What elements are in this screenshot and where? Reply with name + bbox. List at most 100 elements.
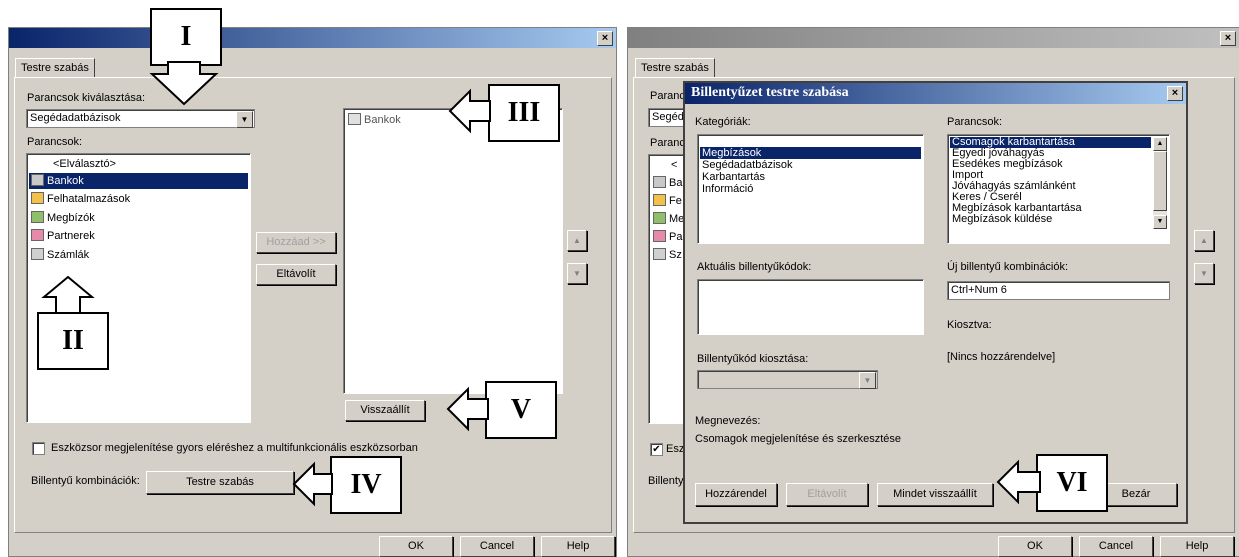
help-button[interactable]: Help: [541, 536, 615, 557]
current-keys-list[interactable]: [697, 279, 924, 335]
keyboard-dialog: Billentyűzet testre szabása × Kategóriák…: [683, 81, 1188, 524]
bg-combo-value: Segéd: [652, 111, 684, 123]
add-button[interactable]: Hozzáad >>: [256, 232, 336, 253]
dialog-commands-label: Parancsok:: [947, 116, 1003, 128]
list-item-label: Felhatalmazások: [47, 193, 131, 205]
shortcut-label: Billentyű kombinációk:: [31, 475, 140, 487]
arrow-left-icon: [446, 386, 489, 432]
quick-access-checkbox-label: Eszközsor megjelenítése gyors eléréshez …: [51, 442, 418, 454]
command-select-label: Parancsok kiválasztása:: [27, 92, 145, 104]
ok-button[interactable]: OK: [998, 536, 1072, 557]
reset-button[interactable]: Visszaállít: [345, 400, 425, 421]
document-icon: [31, 192, 44, 204]
bg-label: Paranc: [650, 137, 685, 149]
arrow-left-icon: [292, 461, 333, 507]
list-item[interactable]: Számlák: [29, 247, 248, 263]
assign-button[interactable]: Hozzárendel: [695, 483, 777, 506]
list-item-label: Fe: [669, 195, 682, 207]
move-down-button[interactable]: ▼: [1194, 263, 1214, 284]
partner-icon: [653, 230, 666, 242]
list-item[interactable]: Karbantartás: [700, 171, 921, 183]
account-icon: [653, 248, 666, 260]
move-up-button[interactable]: ▲: [1194, 230, 1214, 251]
dialog-title: Billentyűzet testre szabása: [691, 85, 849, 100]
move-up-button[interactable]: ▲: [567, 230, 587, 251]
bg-label: Paranc: [650, 90, 685, 102]
list-item[interactable]: Megbízások küldése: [950, 214, 1167, 225]
reset-all-button[interactable]: Mindet visszaállít: [877, 483, 993, 506]
cancel-button[interactable]: Cancel: [460, 536, 534, 557]
callout-6: VI: [1036, 454, 1108, 512]
bank-icon: [348, 113, 361, 125]
list-item: Sz: [651, 247, 685, 263]
arrow-left-icon: [448, 88, 491, 134]
help-button[interactable]: Help: [1160, 536, 1234, 557]
customize-button[interactable]: Testre szabás: [146, 471, 294, 494]
dialog-remove-button[interactable]: Eltávolít: [786, 483, 868, 506]
ok-button[interactable]: OK: [379, 536, 453, 557]
list-item-label: Partnerek: [47, 230, 95, 242]
left-tab-testre-szabas[interactable]: Testre szabás: [15, 58, 95, 78]
partner-icon: [31, 229, 44, 241]
list-item[interactable]: Információ: [700, 183, 921, 195]
scroll-down-button[interactable]: ▼: [1153, 215, 1167, 229]
list-item: Ba: [651, 175, 685, 191]
categories-label: Kategóriák:: [695, 116, 751, 128]
scroll-up-button[interactable]: ▲: [1153, 137, 1167, 151]
key-assign-select[interactable]: ▼: [697, 370, 878, 389]
list-item-label: Pa: [669, 231, 683, 243]
list-item[interactable]: <Elválasztó>: [29, 156, 248, 172]
command-select-value: Segédadatbázisok: [30, 112, 121, 124]
list-item-label: Bankok: [364, 114, 401, 126]
list-item[interactable]: Megbízások: [700, 147, 921, 159]
bg-label: Billenty: [648, 475, 684, 487]
person-icon: [31, 211, 44, 223]
list-item[interactable]: Felhatalmazások: [29, 191, 248, 207]
bg-list: < Ba Fe Me Pa Sz: [648, 154, 688, 424]
right-window: × Testre szabás Paranc Segéd Paranc < Ba…: [627, 27, 1239, 557]
right-tab-testre-szabas[interactable]: Testre szabás: [635, 58, 715, 78]
scrollbar[interactable]: ▲ ▼: [1153, 137, 1167, 229]
callout-1: I: [150, 8, 222, 66]
list-item[interactable]: Megbízók: [29, 210, 248, 226]
list-item-label: Ba: [669, 177, 683, 189]
assigned-label: Kiosztva:: [947, 319, 992, 331]
bank-icon: [653, 176, 666, 188]
right-titlebar: [628, 28, 1239, 48]
cancel-button[interactable]: Cancel: [1079, 536, 1153, 557]
toolbar-list[interactable]: Bankok: [343, 108, 563, 394]
chevron-down-icon[interactable]: ▼: [859, 372, 876, 389]
current-keys-label: Aktuális billentyűkódok:: [697, 261, 812, 273]
list-item: Pa: [651, 229, 685, 245]
scroll-thumb[interactable]: [1153, 151, 1167, 211]
move-down-button[interactable]: ▼: [567, 263, 587, 284]
dialog-commands-list[interactable]: Csomagok karbantartása Egyedi jóváhagyás…: [947, 134, 1170, 244]
new-combo-value: Ctrl+Num 6: [951, 284, 1007, 296]
arrow-up-icon: [41, 275, 95, 314]
command-select[interactable]: Segédadatbázisok ▼: [26, 109, 255, 128]
list-item[interactable]: Partnerek: [29, 228, 248, 244]
list-item[interactable]: Bankok: [29, 173, 248, 189]
callout-2: II: [37, 312, 109, 370]
new-combo-input[interactable]: Ctrl+Num 6: [947, 281, 1170, 300]
bg-label: Esz: [666, 443, 685, 455]
categories-list[interactable]: Megbízások Segédadatbázisok Karbantartás…: [697, 134, 924, 244]
assigned-value: [Nincs hozzárendelve]: [947, 351, 1056, 363]
document-icon: [653, 194, 666, 206]
quick-access-checkbox[interactable]: [32, 442, 45, 455]
bg-checkbox: ✔: [650, 443, 663, 456]
left-close-button[interactable]: ×: [597, 31, 613, 46]
callout-3: III: [488, 84, 560, 142]
description-value: Csomagok megjelenítése és szerkesztése: [695, 433, 902, 445]
remove-button[interactable]: Eltávolít: [256, 264, 336, 285]
dialog-close-button[interactable]: ×: [1167, 86, 1183, 101]
list-item-label: Bankok: [47, 175, 84, 187]
list-item: <: [671, 159, 678, 171]
list-item[interactable]: Segédadatbázisok: [700, 159, 921, 171]
list-item-label: Számlák: [47, 249, 90, 261]
key-assign-label: Billentyűkód kiosztása:: [697, 353, 809, 365]
right-close-button[interactable]: ×: [1220, 31, 1236, 46]
account-icon: [31, 248, 44, 260]
chevron-down-icon[interactable]: ▼: [236, 111, 253, 128]
list-item-label: Megbízók: [47, 212, 95, 224]
